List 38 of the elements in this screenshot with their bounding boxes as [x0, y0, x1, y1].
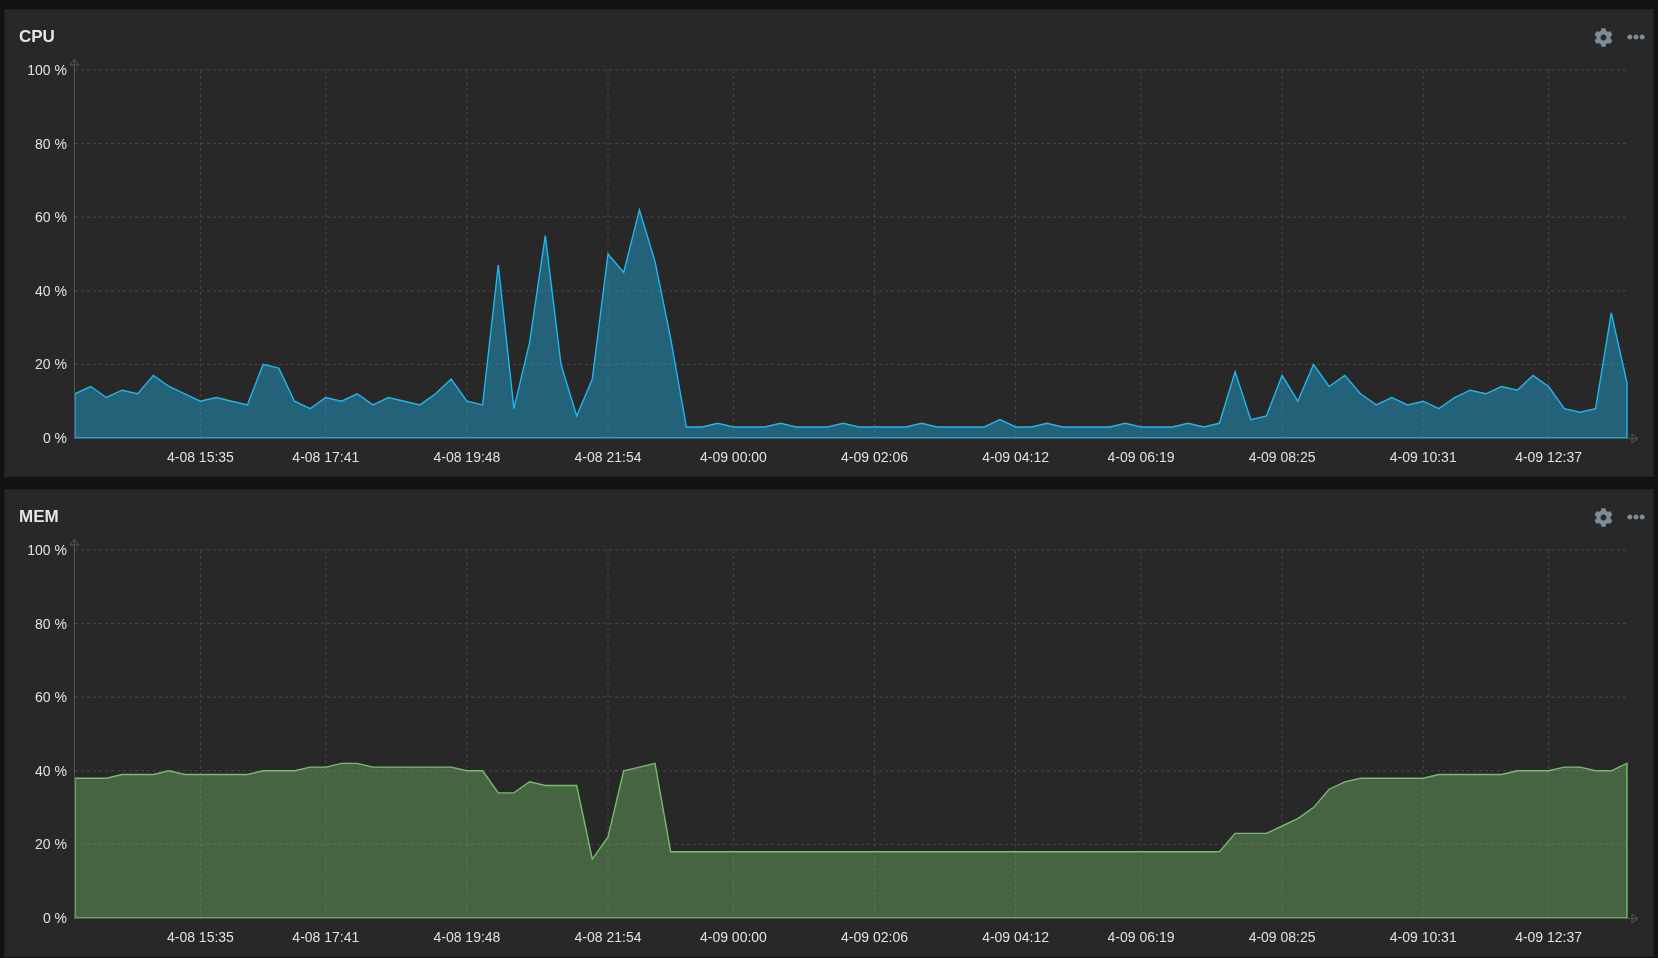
y-axis-label: 100 %	[27, 62, 67, 78]
x-axis-label: 4-09 10:31	[1389, 449, 1457, 465]
settings-icon[interactable]	[1594, 507, 1613, 527]
x-axis-label: 4-09 02:06	[841, 929, 908, 945]
x-axis-label: 4-08 19:48	[433, 449, 501, 465]
x-axis-label: 4-08 21:54	[574, 929, 642, 945]
y-axis-label: 100 %	[27, 542, 67, 558]
x-axis-label: 4-09 04:12	[982, 449, 1050, 465]
x-axis-label: 4-09 12:37	[1515, 929, 1583, 945]
x-axis-label: 4-08 17:41	[292, 449, 360, 465]
x-axis-label: 4-08 19:48	[433, 929, 501, 945]
x-axis-label: 4-09 02:06	[841, 449, 908, 465]
x-axis-label: 4-09 12:37	[1515, 449, 1583, 465]
y-axis-label: 80 %	[35, 615, 67, 632]
x-axis-label: 4-08 15:35	[166, 929, 234, 945]
y-axis-label: 0 %	[42, 910, 67, 926]
y-axis-label: 0 %	[42, 430, 67, 446]
x-axis-label: 4-09 06:19	[1107, 929, 1175, 945]
y-axis-label: 60 %	[35, 689, 67, 706]
y-axis-label: 20 %	[35, 836, 67, 853]
x-axis-label: 4-08 21:54	[574, 449, 642, 465]
panel-title: MEM	[19, 507, 59, 527]
y-axis-label: 60 %	[35, 209, 67, 226]
x-axis-label: 4-08 15:35	[166, 449, 234, 465]
y-axis-label: 20 %	[35, 356, 67, 373]
x-axis-label: 4-09 00:00	[699, 929, 767, 945]
y-axis-label: 80 %	[35, 135, 67, 152]
x-axis-label: 4-09 00:00	[699, 449, 767, 465]
x-axis-label: 4-09 06:19	[1107, 449, 1175, 465]
y-axis-label: 40 %	[35, 762, 67, 779]
x-axis-label: 4-09 08:25	[1248, 929, 1316, 945]
x-axis-label: 4-09 04:12	[982, 929, 1050, 945]
panel-title: CPU	[19, 27, 55, 47]
x-axis-label: 4-09 10:31	[1389, 929, 1457, 945]
y-axis-label: 40 %	[35, 282, 67, 299]
settings-icon[interactable]	[1594, 27, 1613, 47]
x-axis-label: 4-09 08:25	[1248, 449, 1316, 465]
x-axis-label: 4-08 17:41	[292, 929, 360, 945]
